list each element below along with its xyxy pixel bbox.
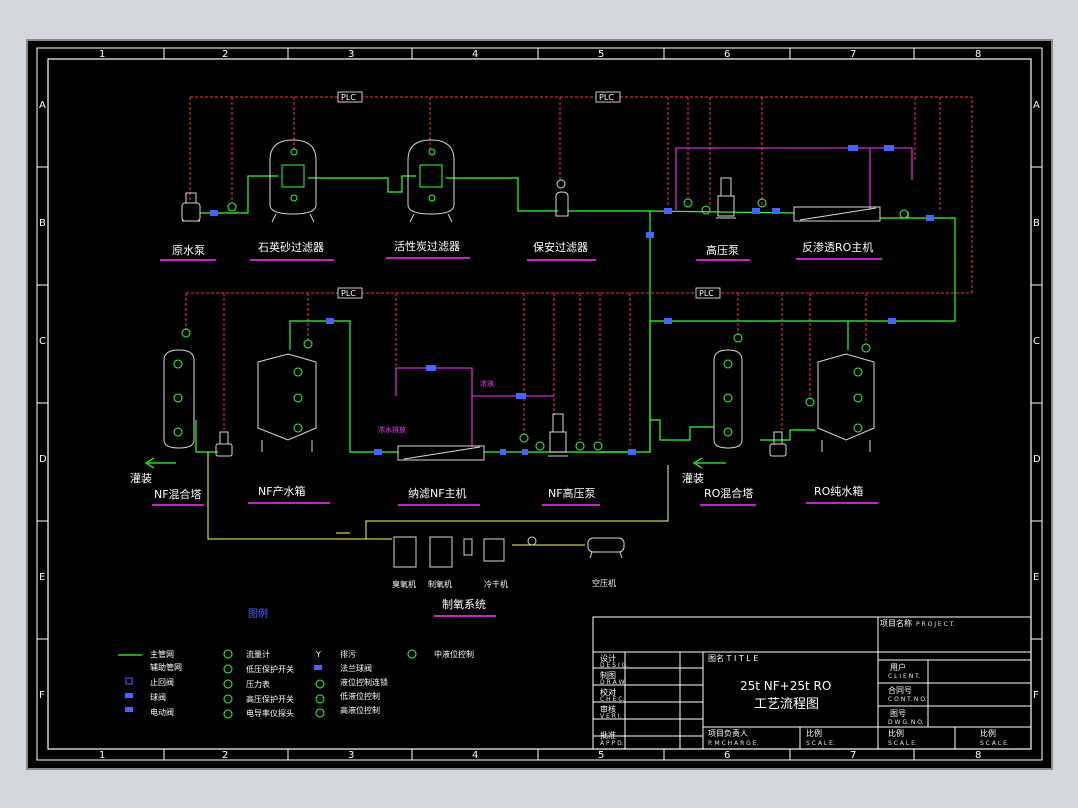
- col-label: 4: [472, 49, 478, 60]
- ro-tank-label: RO纯水箱: [814, 484, 863, 498]
- hp-pump-label: 高压泵: [706, 243, 739, 257]
- scale-label-2: 比例: [888, 728, 904, 738]
- col-label: 8: [975, 750, 981, 761]
- drawing-title-line2: 工艺流程图: [754, 697, 819, 712]
- oxygen-system-label: 制氧系统: [442, 597, 486, 611]
- scale-label-3-en: S C A L E.: [980, 740, 1009, 747]
- user-label-en: C L I E N T.: [888, 673, 920, 680]
- legend-title: 图例: [248, 607, 268, 620]
- legend-item: 球阀: [150, 692, 166, 702]
- row-label: F: [39, 690, 45, 701]
- dryer-label: 冷干机: [484, 579, 508, 589]
- oxygen-gen-label: 制氧机: [428, 579, 452, 589]
- legend-item: 低液位控制: [340, 691, 380, 701]
- col-label: 1: [99, 750, 105, 761]
- row-label: A: [39, 100, 46, 111]
- col-label: 5: [598, 49, 604, 60]
- legend-item: 电动阀: [150, 707, 174, 717]
- draw-label-en: D R A W.: [600, 679, 626, 686]
- nf-main-label: 纳滤NF主机: [408, 486, 467, 500]
- title-label: 图名 T I T L E: [708, 653, 758, 663]
- col-label: 3: [348, 750, 354, 761]
- legend-item: 主管网: [150, 649, 174, 659]
- plc-label: PLC: [341, 93, 356, 102]
- row-label: F: [1033, 690, 1039, 701]
- row-label: E: [1033, 572, 1039, 583]
- col-label: 7: [850, 750, 856, 761]
- legend-item: 低压保护开关: [246, 664, 294, 674]
- ro-main-label: 反渗透RO主机: [802, 240, 873, 254]
- row-label: D: [1033, 454, 1041, 465]
- drawing-title-line1: 25t NF+25t RO: [740, 679, 831, 693]
- row-label: D: [39, 454, 47, 465]
- pm-label-en: P. M C H A R G E.: [708, 740, 759, 747]
- legend-item: 流量计: [246, 649, 270, 659]
- nf-mix-tower-label: NF混合塔: [154, 487, 202, 501]
- process-flow-drawing: 1 2 3 4 5 6 7 8 1 2 3 4 5 6 7 8 A B C D …: [26, 39, 1053, 770]
- security-filter-label: 保安过滤器: [533, 240, 588, 254]
- concentrate-label: 浓水排放: [378, 425, 406, 434]
- design-label-en: D E S I G.: [600, 662, 628, 669]
- row-label: C: [1033, 336, 1040, 347]
- ro-mix-tower-label: RO混合塔: [704, 486, 753, 500]
- scale-label-1-en: S C A L E.: [806, 740, 835, 747]
- col-label: 3: [348, 49, 354, 60]
- fill-left-label: 灌装: [130, 472, 152, 485]
- ozone-label: 臭氧机: [392, 579, 416, 589]
- nf-hp-pump-label: NF高压泵: [548, 486, 596, 500]
- row-label: E: [39, 572, 45, 583]
- legend-item: 高压保护开关: [246, 694, 294, 704]
- col-label: 2: [222, 750, 228, 761]
- col-label: 7: [850, 49, 856, 60]
- row-label: B: [1033, 218, 1040, 229]
- drawing-no-label: 图号: [890, 709, 906, 718]
- scale-label-2-en: S C A L E.: [888, 740, 917, 747]
- col-label: 6: [724, 49, 730, 60]
- quartz-filter-label: 石英砂过滤器: [258, 240, 324, 254]
- project-label: 项目名称: [880, 618, 912, 628]
- check-label-en: C H E C.: [600, 696, 624, 703]
- col-label: 6: [724, 750, 730, 761]
- row-label: A: [1033, 100, 1040, 111]
- raw-pump-label: 原水泵: [172, 244, 205, 257]
- project-label-en: P R O J E C T.: [916, 621, 955, 628]
- plc-label: PLC: [341, 289, 356, 298]
- contract-label: 合同号: [888, 685, 912, 695]
- col-label: 1: [99, 49, 105, 60]
- user-label: 用户: [890, 662, 906, 672]
- nf-tank-label: NF产水箱: [258, 484, 306, 498]
- drawing-no-label-en: D W G. N O.: [888, 719, 924, 726]
- pm-label: 项目负责人: [708, 728, 748, 738]
- col-label: 8: [975, 49, 981, 60]
- verify-label-en: V E R I.: [600, 713, 622, 720]
- legend-item: 辅助管网: [150, 662, 182, 672]
- contract-label-en: C O N T. N O.: [888, 696, 927, 703]
- plc-label: PLC: [699, 289, 714, 298]
- legend-item: 止回阀: [150, 677, 174, 687]
- legend-item: 电导率仪探头: [246, 708, 294, 718]
- scale-label-1: 比例: [806, 728, 822, 738]
- legend-item: 液位控制连锁: [340, 677, 388, 687]
- approve-label-en: A P P D.: [600, 740, 624, 747]
- row-label: C: [39, 336, 46, 347]
- row-label: B: [39, 218, 46, 229]
- carbon-filter-label: 活性炭过滤器: [394, 239, 460, 253]
- col-label: 4: [472, 750, 478, 761]
- waste-label: 浓液: [480, 379, 494, 388]
- legend-item: 法兰球阀: [340, 663, 372, 673]
- legend-item: 压力表: [246, 679, 270, 689]
- legend-item: 中液位控制: [434, 649, 474, 659]
- legend-item: 排污: [340, 649, 356, 659]
- col-label: 2: [222, 49, 228, 60]
- compressor-label: 空压机: [592, 578, 616, 588]
- fill-right-label: 灌装: [682, 472, 704, 485]
- approve-label: 批准: [600, 730, 616, 740]
- col-label: 5: [598, 750, 604, 761]
- legend-item: 高液位控制: [340, 705, 380, 715]
- plc-label: PLC: [599, 93, 614, 102]
- drain-symbol: Y: [315, 650, 321, 659]
- scale-label-3: 比例: [980, 728, 996, 738]
